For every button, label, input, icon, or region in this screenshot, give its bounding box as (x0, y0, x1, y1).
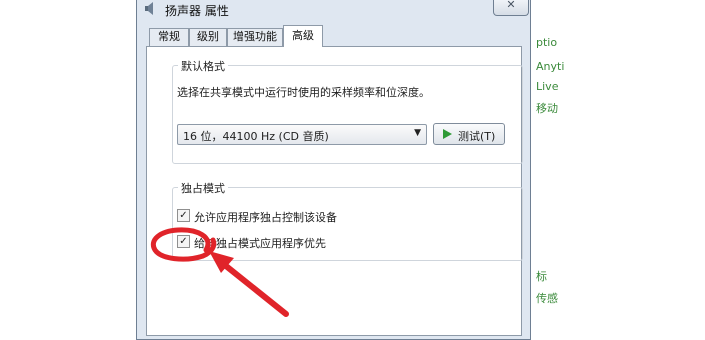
close-button[interactable]: ✕ (493, 0, 529, 16)
sample-rate-dropdown[interactable]: 16 位，44100 Hz (CD 音质) ▼ (177, 124, 427, 145)
tab-levels[interactable]: 级别 (189, 28, 227, 46)
title-bar[interactable]: 扬声器 属性 ✕ (137, 0, 530, 20)
exclusive-priority-checkbox[interactable]: ✓ (177, 235, 190, 248)
allow-exclusive-label: 允许应用程序独占控制该设备 (194, 211, 337, 224)
background-link[interactable]: ptio (536, 36, 557, 49)
test-button-label: 测试(T) (458, 130, 496, 143)
background-link[interactable]: 移动 (536, 100, 558, 116)
play-icon (443, 129, 452, 139)
exclusive-mode-title: 独占模式 (178, 180, 228, 196)
default-format-description: 选择在共享模式中运行时使用的采样频率和位深度。 (177, 86, 430, 99)
background-link[interactable]: 传感 (536, 290, 558, 306)
tab-advanced[interactable]: 高级 (283, 25, 323, 47)
background-link[interactable]: Anyti (536, 60, 564, 73)
window-title: 扬声器 属性 (165, 4, 229, 18)
default-format-title: 默认格式 (178, 58, 228, 74)
tab-panel-advanced: 默认格式 选择在共享模式中运行时使用的采样频率和位深度。 16 位，44100 … (146, 46, 523, 336)
tab-enhancements[interactable]: 增强功能 (227, 28, 283, 46)
background-link[interactable]: 标 (536, 268, 547, 284)
tab-general[interactable]: 常规 (149, 28, 189, 46)
speaker-icon (144, 2, 156, 15)
close-icon: ✕ (506, 0, 516, 11)
allow-exclusive-checkbox[interactable]: ✓ (177, 209, 190, 222)
sample-rate-value: 16 位，44100 Hz (CD 音质) (183, 130, 329, 143)
default-format-group: 默认格式 (172, 58, 523, 164)
test-button[interactable]: 测试(T) (433, 123, 505, 145)
background-link[interactable]: Live (536, 80, 558, 93)
speaker-properties-dialog: 扬声器 属性 ✕ 常规 级别 增强功能 高级 默认格式 选择在共享模式中运行时使… (136, 0, 531, 340)
background-window: ptio Anyti Live 移动 标 传感 (531, 0, 705, 340)
exclusive-priority-label: 给与独占模式应用程序优先 (194, 237, 326, 250)
chevron-down-icon: ▼ (414, 128, 421, 138)
